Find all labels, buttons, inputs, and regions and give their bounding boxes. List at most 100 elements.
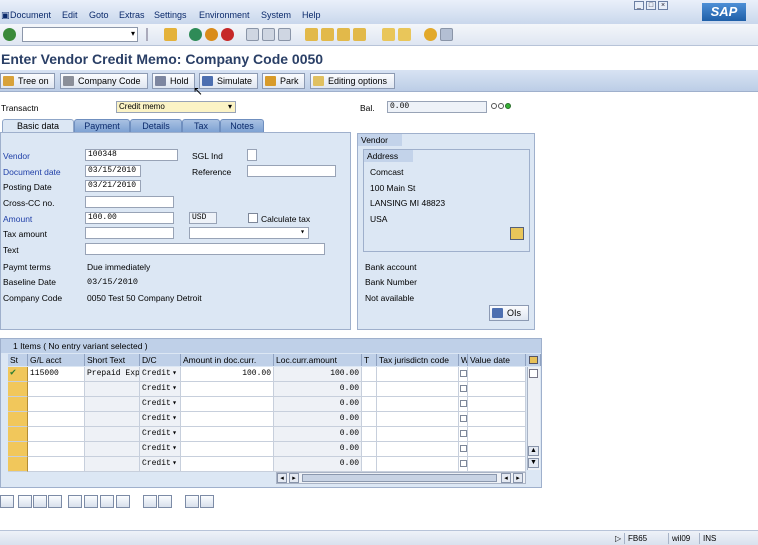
tab-payment[interactable]: Payment <box>74 119 130 132</box>
cell-loc[interactable]: 0.00 <box>274 427 362 442</box>
grid-cell[interactable] <box>468 397 526 412</box>
item-details-icon[interactable] <box>0 495 14 508</box>
company-code-button[interactable]: Company Code <box>60 73 148 89</box>
cell-amount[interactable]: 100.00 <box>181 367 274 382</box>
grid-cell[interactable] <box>362 442 377 457</box>
grid-cell[interactable] <box>377 442 459 457</box>
close-icon[interactable]: × <box>658 1 668 10</box>
col-header-tax-jurisdiction[interactable]: Tax jurisdictn code <box>377 354 459 366</box>
tab-notes[interactable]: Notes <box>220 119 264 132</box>
col-header-short-text[interactable]: Short Text <box>85 354 140 366</box>
grid-cell[interactable] <box>377 397 459 412</box>
grid-cell[interactable] <box>362 457 377 472</box>
withholding-checkbox[interactable] <box>459 427 468 442</box>
tree-on-button[interactable]: Tree on <box>0 73 55 89</box>
cell-gl[interactable] <box>28 382 85 397</box>
delete-row-icon[interactable] <box>116 495 130 508</box>
grid-cell[interactable] <box>377 367 459 382</box>
enter-icon[interactable] <box>3 28 16 41</box>
posting-date-field[interactable]: 03/21/2010 <box>85 180 141 192</box>
cell-amount[interactable] <box>181 457 274 472</box>
open-items-button[interactable]: OIs <box>489 305 529 321</box>
withholding-checkbox[interactable] <box>459 367 468 382</box>
grid-cell[interactable] <box>468 382 526 397</box>
find-next-icon[interactable] <box>278 28 291 41</box>
park-button[interactable]: Park <box>262 73 305 89</box>
grid-cell[interactable] <box>362 382 377 397</box>
grid-cell[interactable] <box>468 427 526 442</box>
col-header-value-date[interactable]: Value date <box>468 354 526 366</box>
scroll-thumb[interactable] <box>529 369 538 378</box>
horizontal-scroll-thumb[interactable] <box>302 474 497 482</box>
maximize-icon[interactable]: □ <box>646 1 656 10</box>
sgl-indicator-field[interactable] <box>247 149 257 161</box>
status-expand-icon[interactable]: ▷ <box>612 533 621 544</box>
col-header-status[interactable]: St <box>8 354 28 366</box>
cell-gl[interactable] <box>28 442 85 457</box>
vendor-field[interactable]: 100348 <box>85 149 178 161</box>
copy-row-icon[interactable] <box>84 495 98 508</box>
cell-text[interactable] <box>85 442 140 457</box>
cell-gl[interactable]: 115000 <box>28 367 85 382</box>
cell-dc[interactable]: Credit ▾ <box>140 442 181 457</box>
scroll-right-step-icon[interactable]: ▸ <box>289 473 299 483</box>
cross-cc-field[interactable] <box>85 196 174 208</box>
cell-gl[interactable] <box>28 397 85 412</box>
cell-text[interactable] <box>85 397 140 412</box>
withholding-checkbox[interactable] <box>459 412 468 427</box>
address-detail-icon[interactable] <box>510 227 524 240</box>
grid-cell[interactable] <box>377 412 459 427</box>
shortcut-icon[interactable] <box>398 28 411 41</box>
previous-page-icon[interactable] <box>321 28 334 41</box>
cell-text[interactable] <box>85 457 140 472</box>
row-selector[interactable] <box>8 382 28 397</box>
cell-text[interactable]: Prepaid Expe <box>85 367 140 382</box>
menu-extras[interactable]: Extras <box>119 10 145 20</box>
grid-cell[interactable] <box>362 412 377 427</box>
col-header-withholding[interactable]: W <box>459 354 468 366</box>
cell-loc[interactable]: 0.00 <box>274 457 362 472</box>
scroll-up-icon[interactable]: ▲ <box>528 446 539 456</box>
print-icon[interactable] <box>246 28 259 41</box>
col-header-amount-doc[interactable]: Amount in doc.curr. <box>181 354 274 366</box>
col-header-gl-account[interactable]: G/L acct <box>28 354 85 366</box>
grid-cell[interactable] <box>468 367 526 382</box>
cell-gl[interactable] <box>28 427 85 442</box>
cell-gl[interactable] <box>28 457 85 472</box>
text-field[interactable] <box>85 243 325 255</box>
menu-environment[interactable]: Environment <box>199 10 250 20</box>
cell-loc[interactable]: 0.00 <box>274 412 362 427</box>
hold-button[interactable]: Hold <box>152 73 195 89</box>
paste-icon[interactable] <box>158 495 172 508</box>
cancel-icon[interactable] <box>221 28 234 41</box>
cell-dc[interactable]: Credit ▾ <box>140 397 181 412</box>
cell-amount[interactable] <box>181 442 274 457</box>
layout-menu-icon[interactable] <box>440 28 453 41</box>
command-field[interactable]: ▾ <box>22 27 138 42</box>
row-selector[interactable] <box>8 397 28 412</box>
help-icon[interactable] <box>424 28 437 41</box>
menu-system[interactable]: System <box>261 10 291 20</box>
find-icon[interactable] <box>262 28 275 41</box>
menu-edit[interactable]: Edit <box>62 10 78 20</box>
menu-icon[interactable]: ▣ <box>1 10 10 21</box>
cell-gl[interactable] <box>28 412 85 427</box>
reference-field[interactable] <box>247 165 336 177</box>
withholding-checkbox[interactable] <box>459 457 468 472</box>
cell-amount[interactable] <box>181 412 274 427</box>
copy-icon[interactable] <box>143 495 157 508</box>
deselect-all-icon[interactable] <box>33 495 47 508</box>
create-session-icon[interactable] <box>382 28 395 41</box>
row-selector[interactable] <box>8 442 28 457</box>
col-header-debit-credit[interactable]: D/C <box>140 354 181 366</box>
cell-loc[interactable]: 100.00 <box>274 367 362 382</box>
scroll-right-icon[interactable]: ▸ <box>513 473 523 483</box>
grid-cell[interactable] <box>362 367 377 382</box>
next-page-icon[interactable] <box>337 28 350 41</box>
menu-help[interactable]: Help <box>302 10 321 20</box>
row-selector[interactable] <box>8 457 28 472</box>
insert-row-icon[interactable] <box>68 495 82 508</box>
grid-cell[interactable] <box>362 427 377 442</box>
save-icon[interactable] <box>164 28 177 41</box>
col-header-tax[interactable]: T <box>362 354 377 366</box>
